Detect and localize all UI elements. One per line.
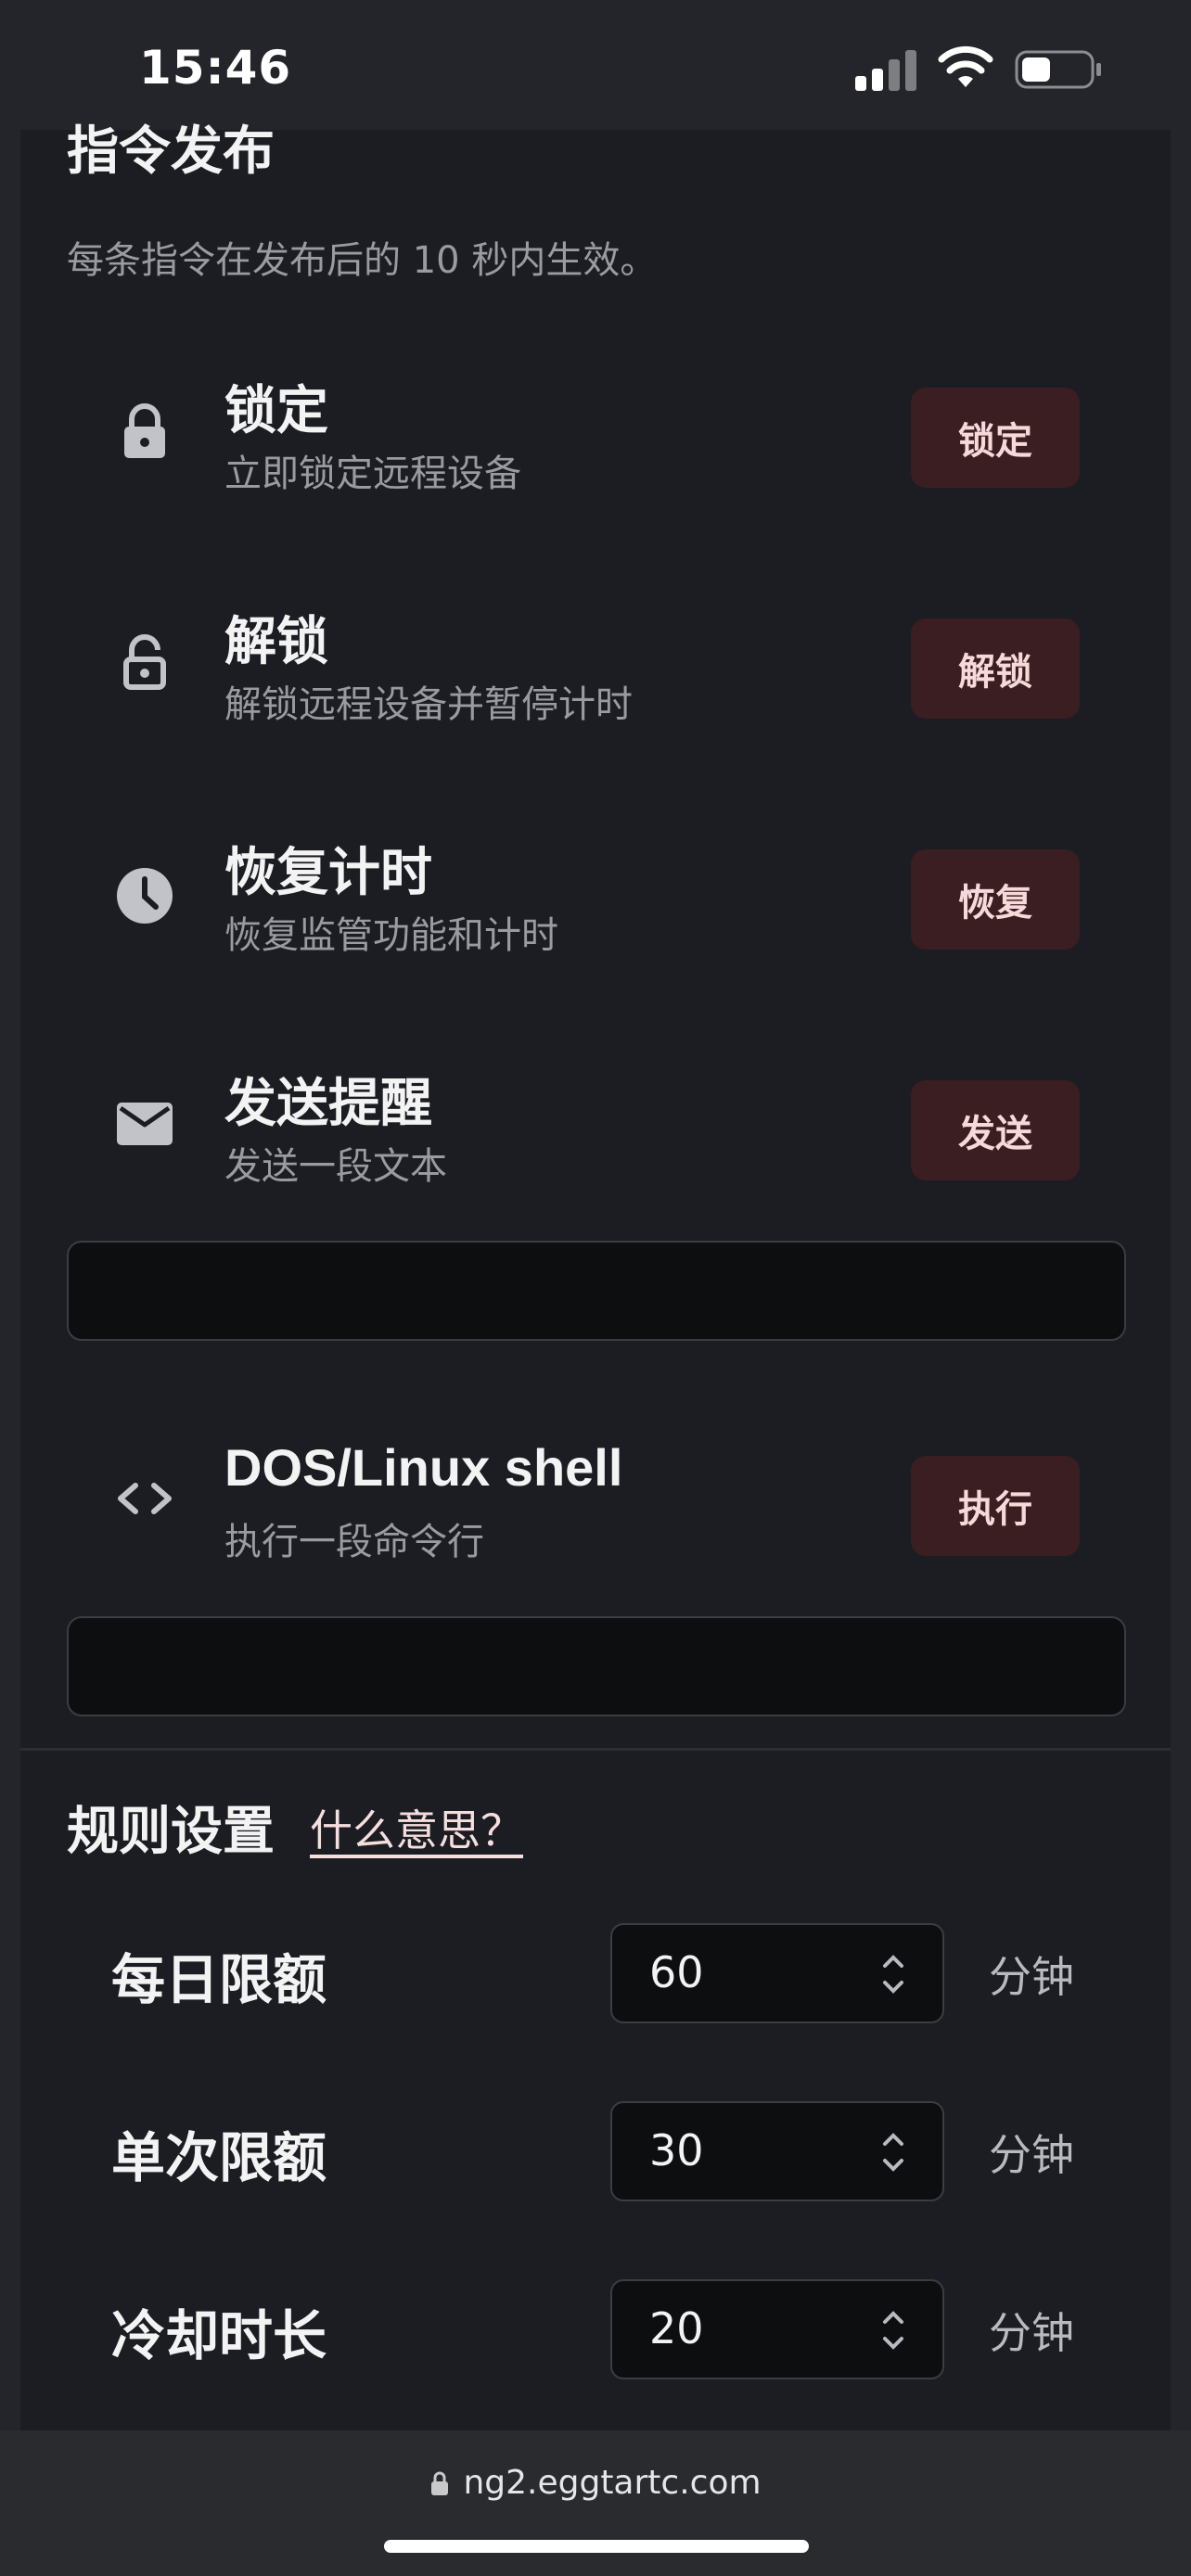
- rule-label: 冷却时长: [111, 2304, 327, 2367]
- lock-icon: [124, 403, 165, 458]
- command-send-reminder: 发送提醒 发送一段文本 发送: [0, 1062, 1191, 1188]
- command-subtitle: 恢复监管功能和计时: [224, 914, 558, 957]
- command-title: 恢复计时: [224, 843, 432, 903]
- send-button[interactable]: 发送: [911, 1080, 1080, 1180]
- unlock-icon: [123, 634, 166, 690]
- command-subtitle: 发送一段文本: [224, 1145, 447, 1188]
- command-lock: 锁定 立即锁定远程设备 锁定: [0, 369, 1191, 495]
- command-subtitle: 立即锁定远程设备: [224, 453, 521, 495]
- commands-section-description: 每条指令在发布后的 10 秒内生效。: [67, 239, 658, 282]
- browser-address-bar: ng2.eggtartc.com: [0, 2430, 1191, 2576]
- stepper-arrows-icon[interactable]: [877, 1951, 909, 1997]
- secure-lock-icon: [431, 2471, 449, 2495]
- rule-value: 60: [649, 1947, 704, 1997]
- command-subtitle: 执行一段命令行: [224, 1521, 484, 1563]
- rule-value: 20: [649, 2303, 704, 2353]
- commands-section-title: 指令发布: [67, 121, 275, 182]
- execute-button[interactable]: 执行: [911, 1456, 1080, 1556]
- rule-session-limit: 单次限额 30 分钟: [0, 2101, 1191, 2201]
- rule-daily-limit: 每日限额 60 分钟: [0, 1923, 1191, 2023]
- stepper-arrows-icon[interactable]: [877, 2129, 909, 2175]
- home-indicator[interactable]: [384, 2540, 809, 2553]
- rules-help-link[interactable]: 什么意思？: [310, 1797, 523, 1858]
- command-subtitle: 解锁远程设备并暂停计时: [224, 683, 633, 726]
- command-unlock: 解锁 解锁远程设备并暂停计时 解锁: [0, 600, 1191, 726]
- stepper-arrows-icon[interactable]: [877, 2307, 909, 2353]
- code-icon: [118, 1483, 172, 1514]
- url-display[interactable]: ng2.eggtartc.com: [0, 2464, 1191, 2502]
- command-title: 锁定: [224, 381, 328, 441]
- rule-value: 30: [649, 2125, 704, 2175]
- status-bar: 15:46: [0, 0, 1191, 130]
- cellular-signal-icon: [855, 50, 916, 91]
- status-time: 15:46: [139, 41, 292, 95]
- rule-label: 单次限额: [111, 2126, 327, 2189]
- clock-icon: [117, 868, 173, 924]
- rule-unit: 分钟: [989, 2308, 1074, 2358]
- rule-unit: 分钟: [989, 1952, 1074, 2002]
- unlock-button[interactable]: 解锁: [911, 618, 1080, 719]
- shell-command-input[interactable]: [67, 1616, 1126, 1716]
- reminder-text-input[interactable]: [67, 1241, 1126, 1341]
- rule-cooldown: 冷却时长 20 分钟: [0, 2279, 1191, 2379]
- lock-button[interactable]: 锁定: [911, 388, 1080, 488]
- command-title: 发送提醒: [224, 1074, 432, 1134]
- command-title: 解锁: [224, 612, 328, 672]
- cooldown-input[interactable]: 20: [610, 2279, 944, 2379]
- session-limit-input[interactable]: 30: [610, 2101, 944, 2201]
- url-text: ng2.eggtartc.com: [463, 2464, 762, 2502]
- command-resume: 恢复计时 恢复监管功能和计时 恢复: [0, 831, 1191, 957]
- rule-unit: 分钟: [989, 2130, 1074, 2180]
- battery-icon: [1015, 50, 1101, 89]
- daily-limit-input[interactable]: 60: [610, 1923, 944, 2023]
- command-title: DOS/Linux shell: [224, 1438, 623, 1497]
- resume-button[interactable]: 恢复: [911, 849, 1080, 950]
- command-shell: DOS/Linux shell 执行一段命令行 执行: [0, 1437, 1191, 1563]
- rules-section-title: 规则设置: [67, 1802, 275, 1862]
- mail-icon: [117, 1103, 173, 1145]
- wifi-icon: [938, 45, 993, 87]
- rule-label: 每日限额: [111, 1948, 327, 2011]
